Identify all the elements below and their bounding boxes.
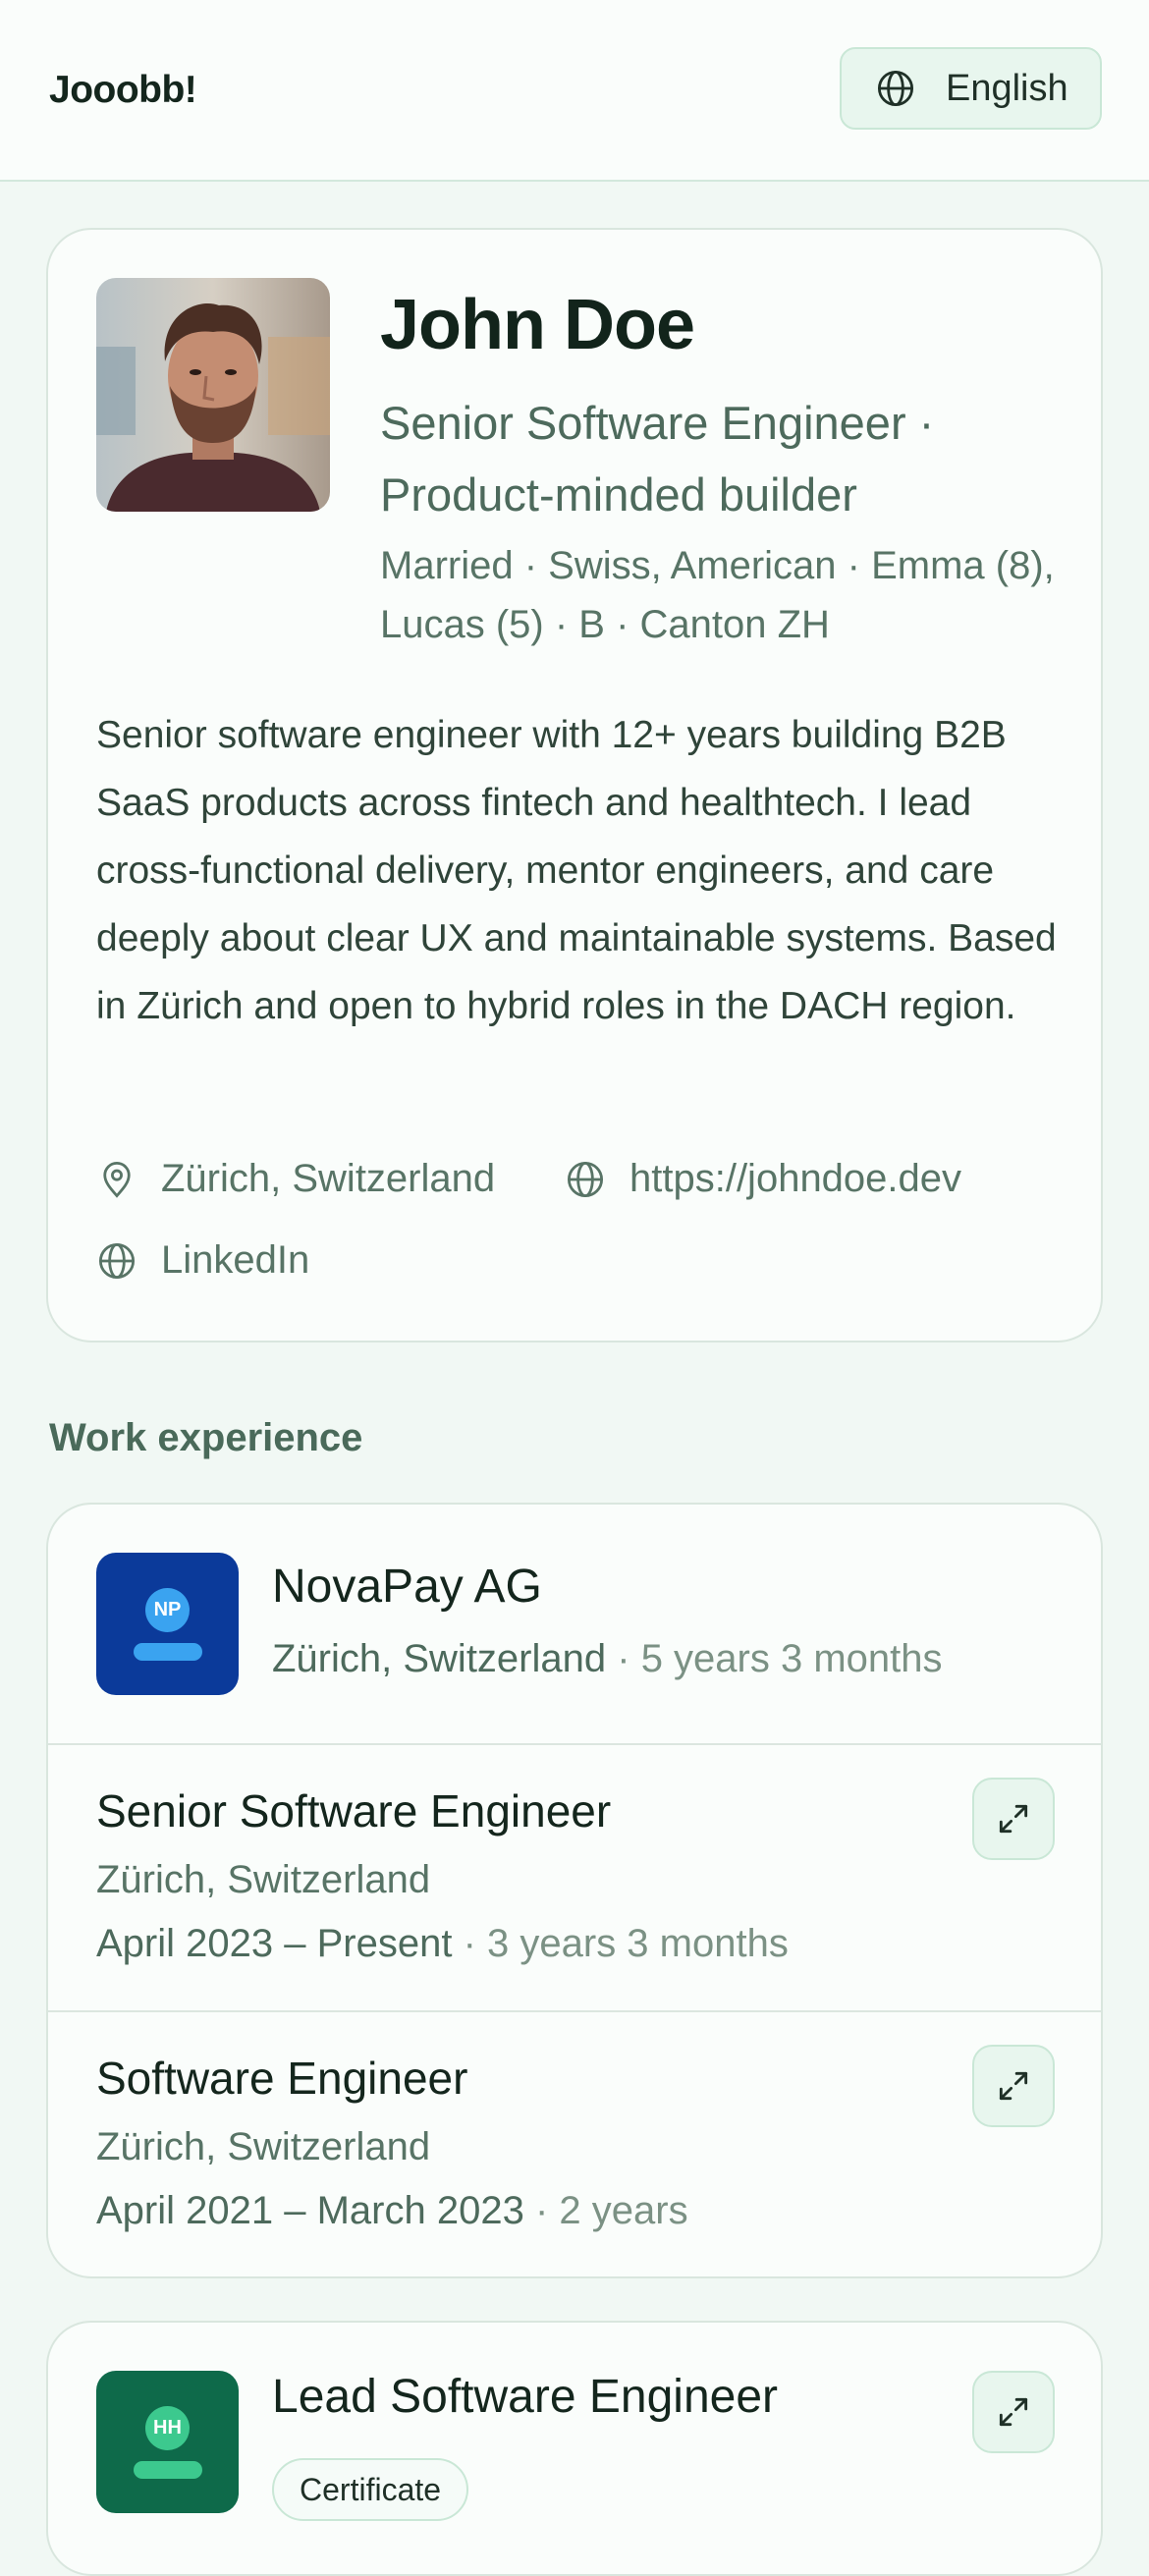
globe-icon bbox=[98, 1242, 136, 1279]
brand-logo[interactable]: Jooobb! bbox=[49, 69, 197, 112]
role-location: Zürich, Switzerland bbox=[96, 2125, 431, 2168]
separator-dot: · bbox=[463, 1922, 488, 1965]
company-card-lead: HH Lead Software Engineer Certificate bbox=[46, 2321, 1103, 2576]
role-duration: 3 years 3 months bbox=[487, 1922, 789, 1965]
linkedin-link[interactable]: LinkedIn bbox=[96, 1238, 309, 1283]
website-text: https://johndoe.dev bbox=[629, 1157, 962, 1200]
role-dates-line: April 2021 – March 2023 · 2 years bbox=[96, 2189, 688, 2233]
separator-dot: · bbox=[534, 2189, 560, 2232]
expand-arrows-icon bbox=[999, 2397, 1028, 2427]
company-logo: HH bbox=[96, 2371, 239, 2513]
logo-bar bbox=[134, 1643, 202, 1661]
role-location: Zürich, Switzerland bbox=[96, 1858, 431, 1901]
language-label: English bbox=[946, 67, 1068, 109]
globe-icon bbox=[877, 70, 914, 107]
company-name: NovaPay AG bbox=[272, 1561, 542, 1613]
role-dates: April 2021 – March 2023 bbox=[96, 2189, 524, 2232]
avatar bbox=[96, 278, 330, 512]
expand-arrows-icon bbox=[999, 1804, 1028, 1834]
logo-bar bbox=[134, 2461, 202, 2479]
profile-meta: Married · Swiss, American · Emma (8), Lu… bbox=[380, 544, 1055, 646]
company-card-novapay: NP NovaPay AG Zürich, Switzerland · 5 ye… bbox=[46, 1503, 1103, 2278]
profile-card: John Doe Senior Software Engineer · Prod… bbox=[46, 228, 1103, 1343]
certificate-badge: Certificate bbox=[272, 2458, 469, 2521]
role-dates-line: April 2023 – Present · 3 years 3 months bbox=[96, 1922, 789, 1966]
role-title: Software Engineer bbox=[96, 2053, 468, 2104]
linkedin-text: LinkedIn bbox=[161, 1238, 310, 1282]
website-link[interactable]: https://johndoe.dev bbox=[565, 1157, 961, 1201]
role-title: Senior Software Engineer bbox=[96, 1785, 612, 1836]
company-logo: NP bbox=[96, 1553, 239, 1695]
profile-name: John Doe bbox=[380, 286, 695, 364]
role-dates: April 2023 – Present bbox=[96, 1922, 453, 1965]
role-title: Lead Software Engineer bbox=[272, 2371, 779, 2423]
company-subline: Zürich, Switzerland · 5 years 3 months bbox=[272, 1637, 943, 1681]
profile-bio: Senior software engineer with 12+ years … bbox=[96, 714, 1057, 1027]
profile-headline: Senior Software Engineer · Product-minde… bbox=[380, 397, 935, 521]
company-location: Zürich, Switzerland bbox=[272, 1637, 607, 1680]
expand-role-button[interactable] bbox=[972, 2371, 1055, 2453]
role-duration: 2 years bbox=[559, 2189, 688, 2232]
expand-role-button[interactable] bbox=[972, 2045, 1055, 2127]
separator-dot: · bbox=[617, 1637, 641, 1680]
expand-role-button[interactable] bbox=[972, 1778, 1055, 1860]
company-tenure: 5 years 3 months bbox=[640, 1637, 943, 1680]
globe-icon bbox=[567, 1161, 604, 1197]
role-item: Software Engineer Zürich, Switzerland Ap… bbox=[48, 2012, 1101, 2277]
role-item: Senior Software Engineer Zürich, Switzer… bbox=[48, 1745, 1101, 2010]
company-initials: HH bbox=[145, 2406, 190, 2450]
profile-location: Zürich, Switzerland bbox=[96, 1157, 495, 1201]
expand-arrows-icon bbox=[999, 2071, 1028, 2101]
map-pin-icon bbox=[103, 1161, 131, 1198]
company-initials: NP bbox=[145, 1588, 190, 1632]
top-bar: Jooobb! English bbox=[0, 0, 1149, 182]
language-switcher-button[interactable]: English bbox=[840, 47, 1102, 130]
work-experience-heading: Work experience bbox=[49, 1416, 363, 1459]
location-text: Zürich, Switzerland bbox=[161, 1157, 496, 1200]
